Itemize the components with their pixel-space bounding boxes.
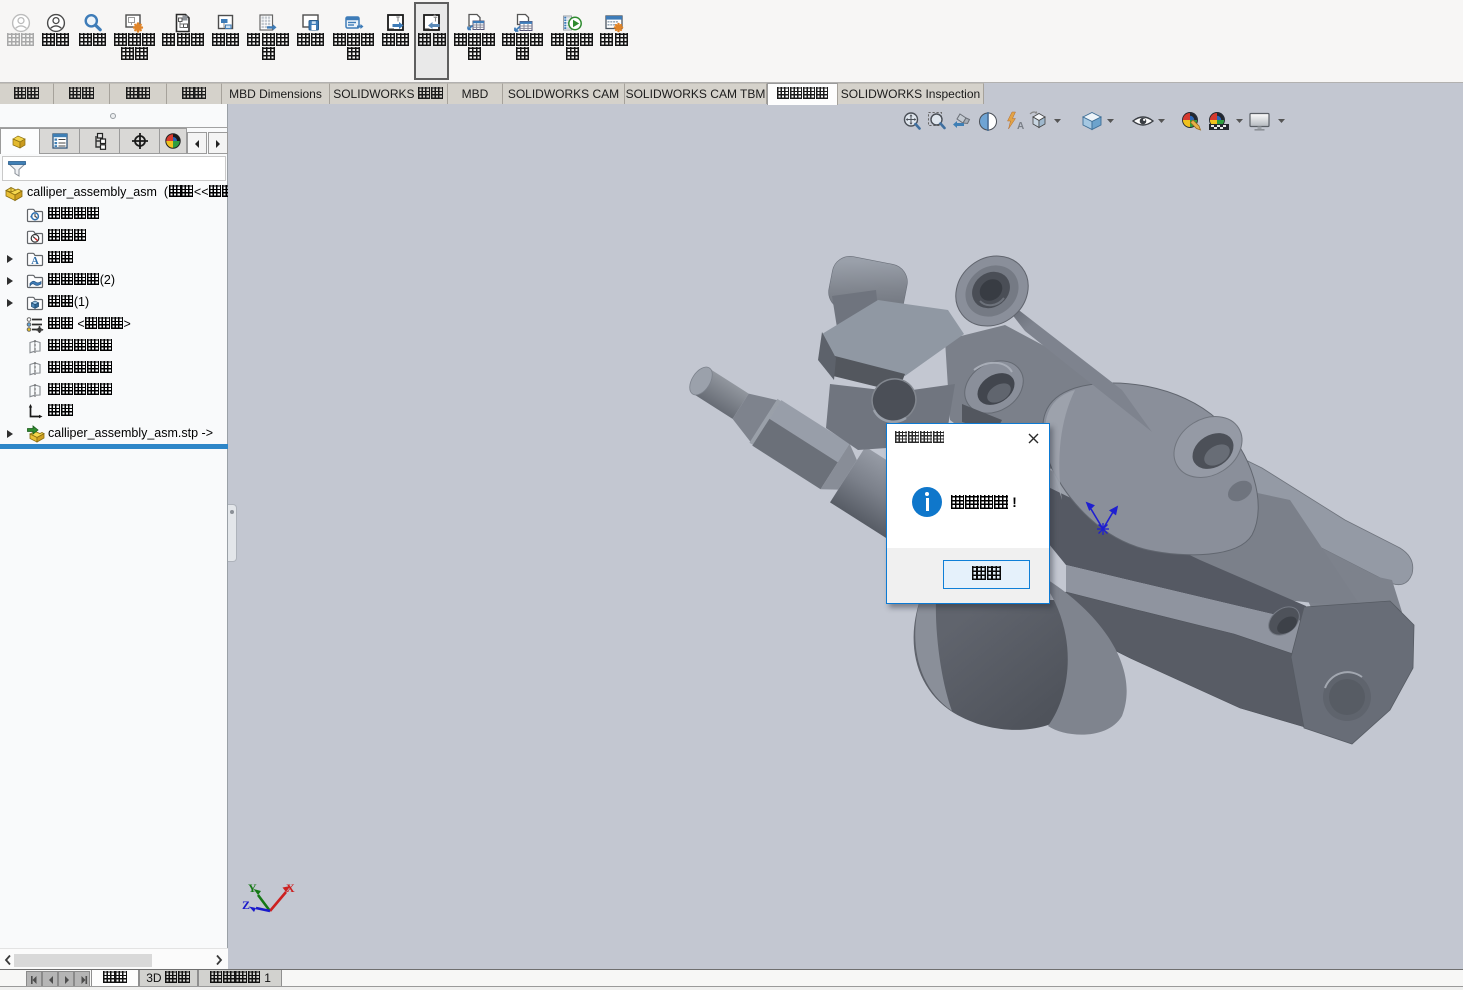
svg-text:A: A xyxy=(31,256,39,267)
svg-text:Y: Y xyxy=(248,881,257,895)
svg-text:X: X xyxy=(286,881,295,895)
svg-text:A: A xyxy=(1017,121,1024,132)
svg-text:Z: Z xyxy=(242,898,250,912)
